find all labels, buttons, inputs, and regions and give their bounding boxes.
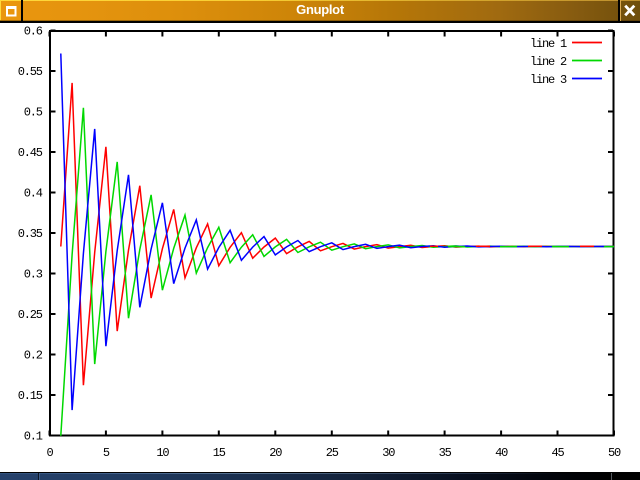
svg-text:0.55: 0.55 (18, 65, 43, 79)
svg-text:line 1: line 1 (530, 37, 567, 51)
svg-text:30: 30 (382, 446, 395, 460)
svg-text:0.1: 0.1 (24, 430, 43, 444)
svg-text:0: 0 (46, 446, 53, 460)
svg-text:35: 35 (439, 446, 452, 460)
svg-text:0.2: 0.2 (24, 349, 43, 363)
svg-text:45: 45 (551, 446, 564, 460)
svg-text:15: 15 (213, 446, 226, 460)
svg-text:line 3: line 3 (530, 73, 567, 87)
svg-text:5: 5 (103, 446, 110, 460)
svg-text:0.4: 0.4 (24, 187, 43, 201)
svg-text:0.35: 0.35 (18, 227, 43, 241)
svg-text:50: 50 (608, 446, 621, 460)
svg-text:0.45: 0.45 (18, 146, 43, 160)
svg-text:line 2: line 2 (530, 55, 567, 69)
svg-text:0.25: 0.25 (18, 308, 43, 322)
svg-text:0.6: 0.6 (24, 25, 43, 39)
svg-text:0.15: 0.15 (18, 389, 43, 403)
svg-text:0.5: 0.5 (24, 106, 43, 120)
svg-text:10: 10 (156, 446, 169, 460)
svg-text:0.3: 0.3 (24, 268, 43, 282)
svg-text:40: 40 (495, 446, 508, 460)
svg-text:20: 20 (269, 446, 282, 460)
svg-text:25: 25 (326, 446, 339, 460)
